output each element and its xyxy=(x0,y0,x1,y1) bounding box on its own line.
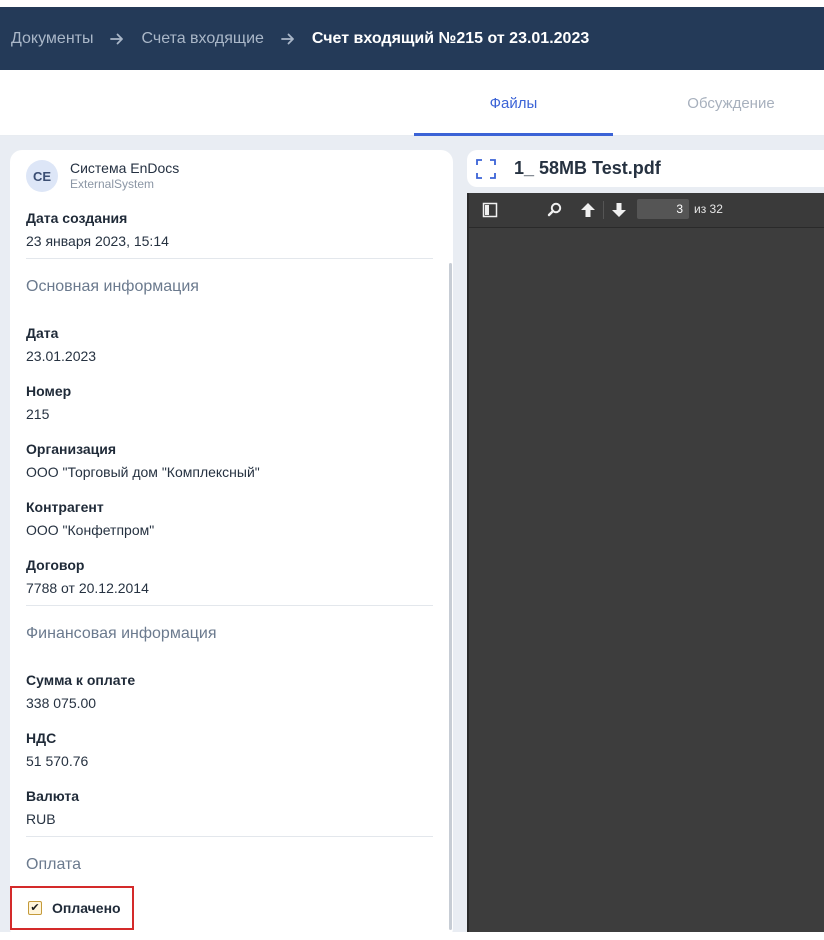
field-label: Номер xyxy=(26,383,72,399)
section-title-finance: Финансовая информация xyxy=(26,625,217,642)
arrow-right-icon xyxy=(281,32,295,46)
tab-bar: Файлы Обсуждение xyxy=(0,70,824,136)
tab-files[interactable]: Файлы xyxy=(414,70,613,136)
section-title-payment: Оплата xyxy=(26,856,82,873)
field-contract: Договор 7788 от 20.12.2014 xyxy=(26,556,149,597)
pdf-viewer: 3 из 32 xyxy=(467,193,824,932)
field-label: Дата создания xyxy=(26,210,128,226)
field-vat: НДС 51 570.76 xyxy=(26,729,88,770)
field-date: Дата 23.01.2023 xyxy=(26,324,96,365)
field-label: Валюта xyxy=(26,788,80,804)
divider xyxy=(26,258,433,259)
field-label: Организация xyxy=(26,441,117,457)
paid-checkbox-highlight: ✔ Оплачено xyxy=(10,886,134,930)
file-name: 1_ 58MB Test.pdf xyxy=(514,158,661,178)
avatar: CE xyxy=(26,160,58,192)
field-label: Дата xyxy=(26,325,59,341)
author-block: CE Система EnDocs ExternalSystem xyxy=(26,160,179,192)
sidebar-toggle-icon[interactable] xyxy=(481,201,499,219)
divider xyxy=(26,836,433,837)
viewer-header: 1_ 58MB Test.pdf xyxy=(467,150,824,187)
field-counterparty: Контрагент ООО "Конфетпром" xyxy=(26,498,154,539)
field-value: 7788 от 20.12.2014 xyxy=(26,580,149,596)
field-created: Дата создания 23 января 2023, 15:14 xyxy=(26,209,169,250)
page-number-input[interactable]: 3 xyxy=(637,199,689,219)
field-value: ООО "Торговый дом "Комплексный" xyxy=(26,464,260,480)
field-value: 23.01.2023 xyxy=(26,348,97,364)
field-amount: Сумма к оплате 338 075.00 xyxy=(26,671,135,712)
field-value: 215 xyxy=(26,406,50,422)
breadcrumb-incoming-invoices[interactable]: Счета входящие xyxy=(141,30,263,48)
field-number: Номер 215 xyxy=(26,382,71,423)
previous-page-icon[interactable] xyxy=(579,201,597,219)
field-value: 23 января 2023, 15:14 xyxy=(26,233,169,249)
field-label: Договор xyxy=(26,557,85,573)
next-page-icon[interactable] xyxy=(610,201,628,219)
breadcrumb-documents[interactable]: Документы xyxy=(11,30,93,48)
field-label: НДС xyxy=(26,730,57,746)
field-label: Контрагент xyxy=(26,499,104,515)
search-icon[interactable] xyxy=(546,201,564,219)
section-title-main: Основная информация xyxy=(26,278,199,295)
arrow-right-icon xyxy=(110,32,124,46)
field-label: Сумма к оплате xyxy=(26,672,136,688)
toolbar-separator xyxy=(603,201,604,219)
paid-label: Оплачено xyxy=(52,900,121,916)
field-value: RUB xyxy=(26,811,56,827)
paid-checkbox[interactable]: ✔ xyxy=(28,901,42,915)
pdf-toolbar: 3 из 32 xyxy=(469,193,824,228)
page-total: из 32 xyxy=(694,202,723,216)
top-strip xyxy=(0,0,824,7)
author-name: Система EnDocs xyxy=(70,160,180,176)
panel-scrollbar[interactable] xyxy=(449,263,452,930)
document-info-panel: CE Система EnDocs ExternalSystem Дата со… xyxy=(10,150,453,940)
divider xyxy=(26,605,433,606)
breadcrumb: Документы Счета входящие Счет входящий №… xyxy=(0,7,824,70)
field-currency: Валюта RUB xyxy=(26,787,79,828)
fullscreen-icon[interactable] xyxy=(476,158,496,179)
page-title: Счет входящий №215 от 23.01.2023 xyxy=(311,29,590,47)
field-organization: Организация ООО "Торговый дом "Комплексн… xyxy=(26,440,260,481)
tab-discussion[interactable]: Обсуждение xyxy=(633,70,824,136)
field-value: ООО "Конфетпром" xyxy=(26,522,155,538)
author-system: ExternalSystem xyxy=(70,177,155,191)
field-value: 51 570.76 xyxy=(26,753,89,769)
field-value: 338 075.00 xyxy=(26,695,97,711)
